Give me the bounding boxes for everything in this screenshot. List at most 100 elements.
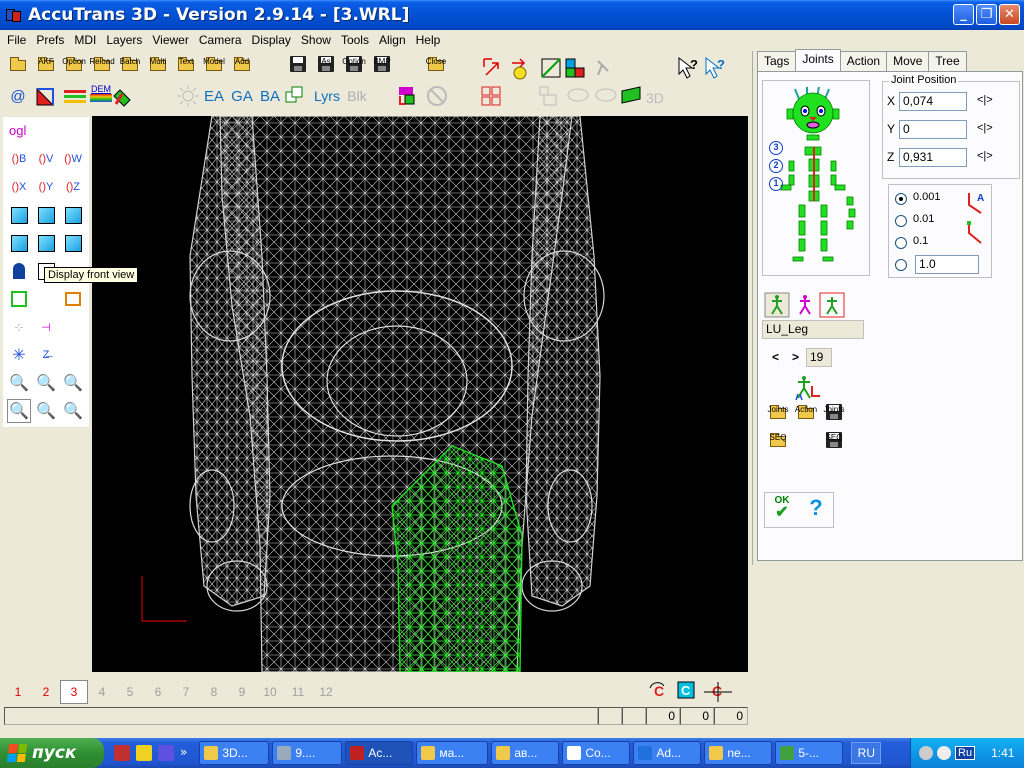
view-cube-6-button[interactable] <box>61 231 85 255</box>
layers-button[interactable]: Lyrs <box>312 84 342 108</box>
color-tools-icons[interactable] <box>396 84 456 110</box>
view-cube-4-button[interactable] <box>7 231 31 255</box>
rotate-y-button[interactable]: () Y <box>34 175 58 199</box>
menu-align[interactable]: Align <box>374 33 411 47</box>
zoom-fit-button[interactable]: 🔍 <box>61 371 85 395</box>
save-bmp-button[interactable]: BMP <box>370 56 394 86</box>
joint-y-input[interactable]: 0 <box>899 120 967 139</box>
x-nudge-button[interactable]: <|> <box>977 94 993 106</box>
multi-button[interactable]: Multi <box>146 56 170 86</box>
y-nudge-button[interactable]: <|> <box>977 122 993 134</box>
ba-button[interactable]: BA <box>258 84 282 108</box>
model-button[interactable]: Model <box>202 56 226 86</box>
menu-show[interactable]: Show <box>296 33 336 47</box>
menu-file[interactable]: File <box>2 33 31 47</box>
task-button[interactable]: 9.... <box>272 741 343 765</box>
level-1-marker[interactable]: 1 <box>769 177 783 191</box>
figure-mode-icons[interactable] <box>764 292 874 320</box>
app-shortcut-icon[interactable] <box>158 745 174 761</box>
task-button[interactable]: ne... <box>704 741 773 765</box>
joint-x-input[interactable]: 0,074 <box>899 92 967 111</box>
menu-display[interactable]: Display <box>247 33 296 47</box>
mesh-tools-icons[interactable]: 3D <box>480 83 680 111</box>
page-tab[interactable]: 1 <box>4 685 32 699</box>
tab-action[interactable]: Action <box>839 51 888 71</box>
prev-joint-button[interactable]: < <box>772 350 779 364</box>
tray-app-icon[interactable] <box>919 746 933 760</box>
z-nudge-button[interactable]: <|> <box>977 150 993 162</box>
start-button[interactable]: пуск <box>0 738 104 768</box>
task-button[interactable]: ав... <box>491 741 560 765</box>
zoom-sel-button[interactable]: 🔍 <box>34 399 58 423</box>
level-2-marker[interactable]: 2 <box>769 159 783 173</box>
save-joints-button[interactable]: Joints <box>822 404 846 434</box>
page-tab[interactable]: 5 <box>116 685 144 699</box>
ok-button[interactable]: OK ✔ <box>769 495 795 525</box>
help-cursor-icons[interactable]: ? ? <box>676 55 736 81</box>
page-tab[interactable]: 2 <box>32 685 60 699</box>
level-3-marker[interactable]: 3 <box>769 141 783 155</box>
align-button[interactable]: ⊣ <box>34 315 58 339</box>
page-tab[interactable]: 8 <box>200 685 228 699</box>
page-tab[interactable]: 7 <box>172 685 200 699</box>
page-tab[interactable]: 12 <box>312 685 340 699</box>
menu-tools[interactable]: Tools <box>336 33 374 47</box>
3d-viewport[interactable] <box>92 116 748 672</box>
page-tab[interactable]: 6 <box>144 685 172 699</box>
zoom-out-button[interactable]: 🔍 <box>34 371 58 395</box>
step-radio-custom[interactable] <box>895 259 907 271</box>
restore-button[interactable]: ❐ <box>976 4 997 25</box>
at-button[interactable]: @ <box>8 84 28 108</box>
tray-language-icon[interactable]: Ru <box>955 746 976 760</box>
rotate-b-button[interactable]: () B <box>7 147 31 171</box>
batch-button[interactable]: Batch <box>118 56 142 86</box>
next-joint-button[interactable]: > <box>792 350 799 364</box>
layer-copy-icon[interactable] <box>284 84 308 108</box>
rotate-v-button[interactable]: () V <box>34 147 58 171</box>
task-button-active[interactable]: Ac... <box>345 741 414 765</box>
step-radio-001[interactable] <box>895 215 907 227</box>
layer-tools-icons[interactable] <box>34 86 134 108</box>
tab-joints[interactable]: Joints <box>795 49 841 71</box>
zoom-window-button[interactable]: 🔍 <box>7 399 31 423</box>
open-joints-button[interactable]: Joints <box>766 404 790 434</box>
move-box-button[interactable] <box>61 287 85 311</box>
task-button[interactable]: Co... <box>562 741 631 765</box>
tray-app-icon[interactable] <box>937 746 951 760</box>
rotate-x-button[interactable]: () X <box>7 175 31 199</box>
zoom-all-button[interactable]: 🔍 <box>61 399 85 423</box>
task-button[interactable]: ма... <box>416 741 489 765</box>
step-radio-01[interactable] <box>895 237 907 249</box>
select-box-button[interactable] <box>7 287 31 311</box>
close-file-button[interactable]: Close <box>424 56 448 86</box>
save-option-button[interactable]: Option <box>342 56 366 86</box>
tab-tags[interactable]: Tags <box>757 51 797 71</box>
clock[interactable]: 1:41 <box>991 746 1014 760</box>
step-custom-input[interactable]: 1.0 <box>915 255 979 274</box>
open-action-button[interactable]: Action <box>794 404 818 434</box>
add-button[interactable]: Add <box>230 56 254 86</box>
snap-button[interactable]: ⊹ <box>7 315 31 339</box>
front-view-button[interactable] <box>7 259 31 283</box>
menu-camera[interactable]: Camera <box>194 33 247 47</box>
page-tab[interactable]: 4 <box>88 685 116 699</box>
sun-icon[interactable] <box>176 84 200 108</box>
language-indicator[interactable]: RU <box>851 742 882 764</box>
page-tab[interactable]: 11 <box>284 685 312 699</box>
rotate-z-button[interactable]: () Z <box>61 175 85 199</box>
menu-help[interactable]: Help <box>411 33 446 47</box>
menu-mdi[interactable]: MDI <box>69 33 101 47</box>
open-button[interactable] <box>6 56 30 86</box>
view-cube-1-button[interactable] <box>7 203 31 227</box>
scale-z-button[interactable]: Z̶ <box>34 343 58 367</box>
ogl-button[interactable]: ogl <box>9 123 26 138</box>
menu-prefs[interactable]: Prefs <box>31 33 69 47</box>
task-button[interactable]: 5-... <box>775 741 844 765</box>
task-button[interactable]: 3D... <box>199 741 270 765</box>
quick-launch-more-icon[interactable]: » <box>180 745 187 761</box>
save-seq-button[interactable]: SEQ <box>822 432 846 462</box>
app-shortcut-icon[interactable] <box>136 745 152 761</box>
animate-figure-icon[interactable] <box>792 374 822 402</box>
app-icon[interactable] <box>6 7 22 23</box>
page-tab[interactable]: 9 <box>228 685 256 699</box>
